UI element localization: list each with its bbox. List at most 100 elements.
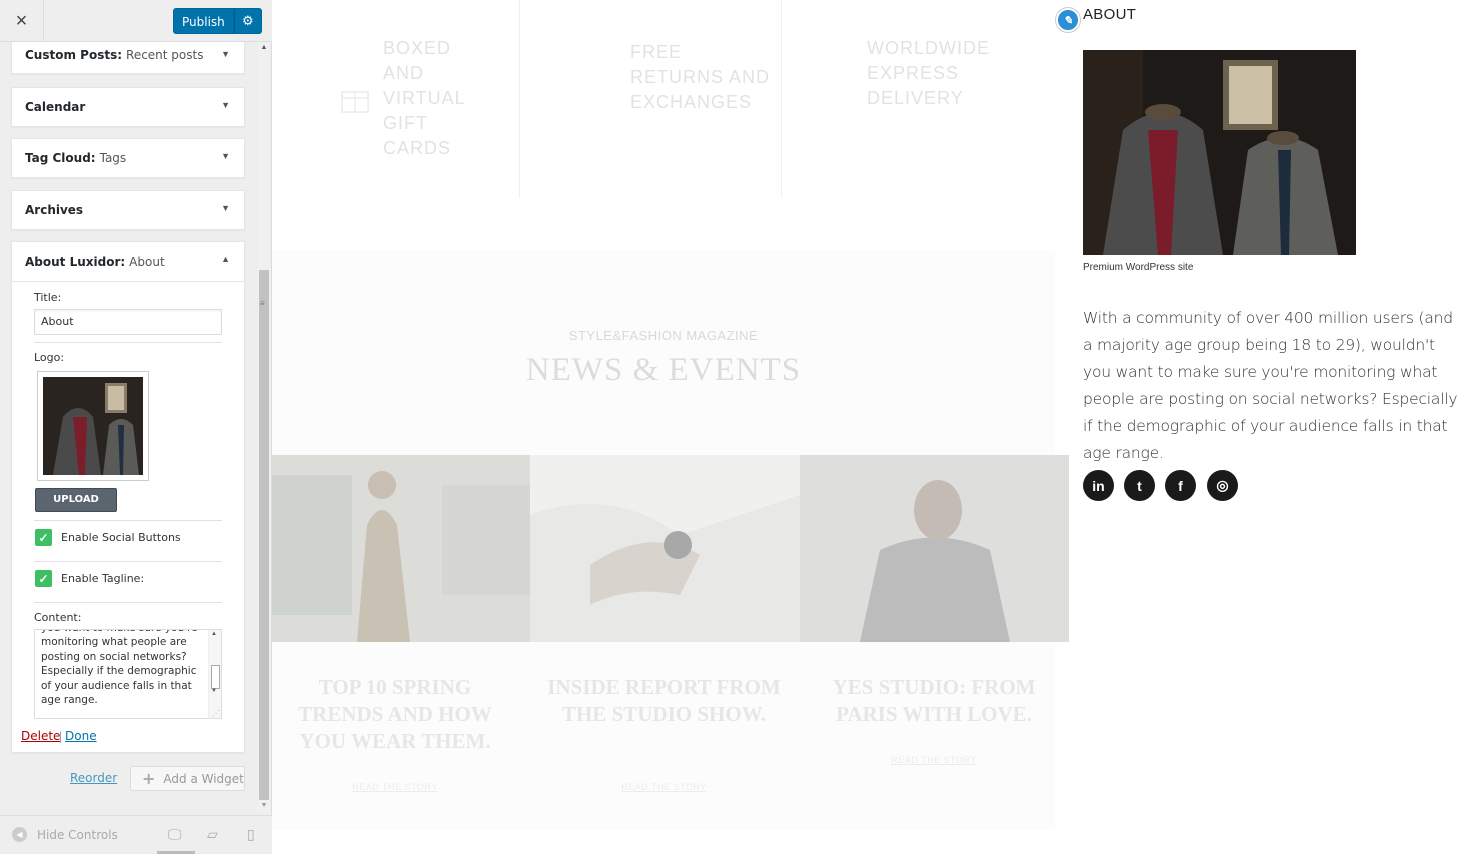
- resize-handle-icon[interactable]: ⋰: [212, 709, 220, 718]
- enable-tagline-checkbox[interactable]: ✓: [35, 570, 52, 587]
- news-title: NEWS & EVENTS: [525, 352, 802, 388]
- news-image-1[interactable]: [272, 455, 530, 642]
- edit-shortcut-icon[interactable]: ✎: [1056, 8, 1080, 32]
- content-label: Content:: [34, 611, 82, 624]
- news-image-3[interactable]: [800, 455, 1069, 642]
- reorder-link[interactable]: Reorder: [70, 771, 117, 785]
- divider: [34, 602, 222, 603]
- widget-tag-cloud[interactable]: Tag Cloud: Tags ▼: [11, 138, 245, 178]
- news-item-3-read-link[interactable]: READ THE STORY: [814, 755, 1054, 765]
- logo-preview[interactable]: [37, 371, 149, 481]
- enable-social-checkbox[interactable]: ✓: [35, 529, 52, 546]
- sidebar-scrollbar[interactable]: ▲ ≡ ▼: [258, 42, 270, 812]
- widget-about-luxidor: About Luxidor: About ▲ Title: About Logo…: [11, 241, 245, 753]
- add-widget-label: Add a Widget: [163, 771, 244, 786]
- divider: [34, 520, 222, 521]
- twitter-icon[interactable]: t: [1124, 470, 1155, 501]
- facebook-icon[interactable]: f: [1165, 470, 1196, 501]
- about-heading: ABOUT: [1083, 6, 1137, 23]
- widget-subtitle: Recent posts: [126, 48, 204, 62]
- widget-title-row: Archives: [12, 191, 244, 229]
- content-textarea[interactable]: you want to make sure you're monitoring …: [34, 629, 222, 719]
- publish-button[interactable]: Publish: [173, 8, 234, 34]
- publish-settings-button[interactable]: ⚙: [233, 8, 262, 34]
- close-customizer-button[interactable]: ×: [0, 0, 44, 42]
- news-image-2[interactable]: [530, 455, 800, 642]
- link-separator: |: [59, 729, 63, 743]
- textarea-scroll-thumb[interactable]: [211, 665, 220, 689]
- news-item-1-read-link[interactable]: READ THE STORY: [275, 782, 515, 792]
- gift-card-icon: [341, 91, 369, 113]
- collapse-circle-icon: ◀: [12, 827, 27, 842]
- hide-controls-button[interactable]: ◀ Hide Controls: [12, 827, 118, 842]
- enable-tagline-label: Enable Tagline:: [61, 572, 145, 585]
- mobile-icon[interactable]: ▯: [247, 826, 255, 843]
- news-kicker: STYLE&FASHION MAGAZINE: [568, 328, 759, 343]
- close-icon: ×: [15, 9, 28, 32]
- widget-title-row: Custom Posts: Recent posts: [12, 42, 244, 68]
- hide-controls-label: Hide Controls: [37, 827, 118, 842]
- scroll-up-arrow-icon[interactable]: ▲: [258, 42, 270, 54]
- news-item-1-title[interactable]: TOP 10 SPRING TRENDS AND HOW YOU WEAR TH…: [275, 674, 515, 755]
- site-preview: BOXED AND VIRTUAL GIFT CARDS FREE RETURN…: [272, 0, 1471, 854]
- expand-arrow-icon[interactable]: ▼: [221, 151, 230, 161]
- widget-title: Archives: [25, 203, 84, 217]
- textarea-scrollbar[interactable]: ▲ ▼: [208, 630, 221, 718]
- upload-button[interactable]: UPLOAD: [35, 488, 117, 512]
- divider: [34, 561, 222, 562]
- done-link[interactable]: Done: [65, 729, 97, 743]
- logo-label: Logo:: [34, 351, 65, 364]
- feature-gift-cards: BOXED AND VIRTUAL GIFT CARDS: [383, 38, 466, 158]
- widget-title: Custom Posts:: [25, 48, 123, 62]
- feature-divider: [519, 0, 520, 198]
- title-input[interactable]: About: [34, 309, 222, 335]
- add-widget-button[interactable]: + Add a Widget: [130, 766, 245, 791]
- collapse-arrow-icon[interactable]: ▲: [221, 254, 230, 264]
- divider: [34, 342, 222, 343]
- widget-custom-posts[interactable]: Custom Posts: Recent posts ▼: [11, 42, 245, 74]
- instagram-icon[interactable]: ◎: [1207, 470, 1238, 501]
- widget-title-row: Tag Cloud: Tags: [12, 139, 244, 177]
- checkmark-icon: ✓: [38, 571, 49, 586]
- scrollbar-thumb[interactable]: [259, 270, 269, 800]
- expand-arrow-icon[interactable]: ▼: [221, 100, 230, 110]
- linkedin-icon[interactable]: in: [1083, 470, 1114, 501]
- widget-title: About Luxidor:: [25, 254, 126, 269]
- tablet-icon[interactable]: ▱: [207, 826, 218, 843]
- news-item-2-read-link[interactable]: READ THE STORY: [544, 782, 784, 792]
- feature-free-returns: FREE RETURNS AND EXCHANGES: [630, 42, 771, 112]
- widget-subtitle: About: [129, 254, 165, 269]
- scroll-up-arrow-icon[interactable]: ▲: [211, 631, 217, 637]
- desktop-icon[interactable]: 🖵: [168, 826, 182, 843]
- gear-icon: ⚙: [241, 13, 254, 28]
- checkmark-icon: ✓: [38, 530, 49, 545]
- news-item-2-title[interactable]: INSIDE REPORT FROM THE STUDIO SHOW.: [544, 674, 784, 728]
- plus-icon: +: [142, 769, 156, 788]
- content-text: you want to make sure you're monitoring …: [41, 630, 198, 707]
- customizer-topbar: × Publish ⚙: [0, 0, 272, 42]
- about-text: With a community of over 400 million use…: [1083, 309, 1458, 462]
- enable-social-label: Enable Social Buttons: [61, 531, 181, 544]
- widget-calendar[interactable]: Calendar ▼: [11, 87, 245, 127]
- title-label: Title:: [34, 291, 62, 304]
- customizer-sidebar: × Publish ⚙ ▲ ≡ ▼ Custom Posts: Recent p…: [0, 0, 272, 854]
- widget-title-row[interactable]: About Luxidor: About: [12, 242, 244, 282]
- expand-arrow-icon[interactable]: ▼: [221, 203, 230, 213]
- delete-link[interactable]: Delete: [21, 729, 60, 743]
- scroll-down-arrow-icon[interactable]: ▼: [258, 800, 270, 812]
- scroll-down-arrow-icon[interactable]: ▼: [211, 688, 217, 694]
- about-photo: [1083, 50, 1356, 255]
- feature-express-delivery: WORLDWIDE EXPRESS DELIVERY: [867, 38, 990, 108]
- widget-title: Calendar: [25, 100, 86, 114]
- expand-arrow-icon[interactable]: ▼: [221, 49, 230, 59]
- enable-tagline-row: ✓ Enable Tagline:: [35, 570, 144, 587]
- widget-archives[interactable]: Archives ▼: [11, 190, 245, 230]
- scroll-grip-icon: ≡: [260, 299, 265, 308]
- widget-title: Tag Cloud:: [25, 151, 96, 165]
- publish-group: Publish ⚙: [173, 8, 262, 34]
- news-item-3-title[interactable]: YES STUDIO: FROM PARIS WITH LOVE.: [814, 674, 1054, 728]
- customizer-footer: ◀ Hide Controls 🖵 ▱ ▯: [0, 815, 272, 854]
- widget-subtitle: Tags: [99, 151, 127, 165]
- feature-divider: [781, 0, 782, 198]
- logo-image: [43, 377, 143, 475]
